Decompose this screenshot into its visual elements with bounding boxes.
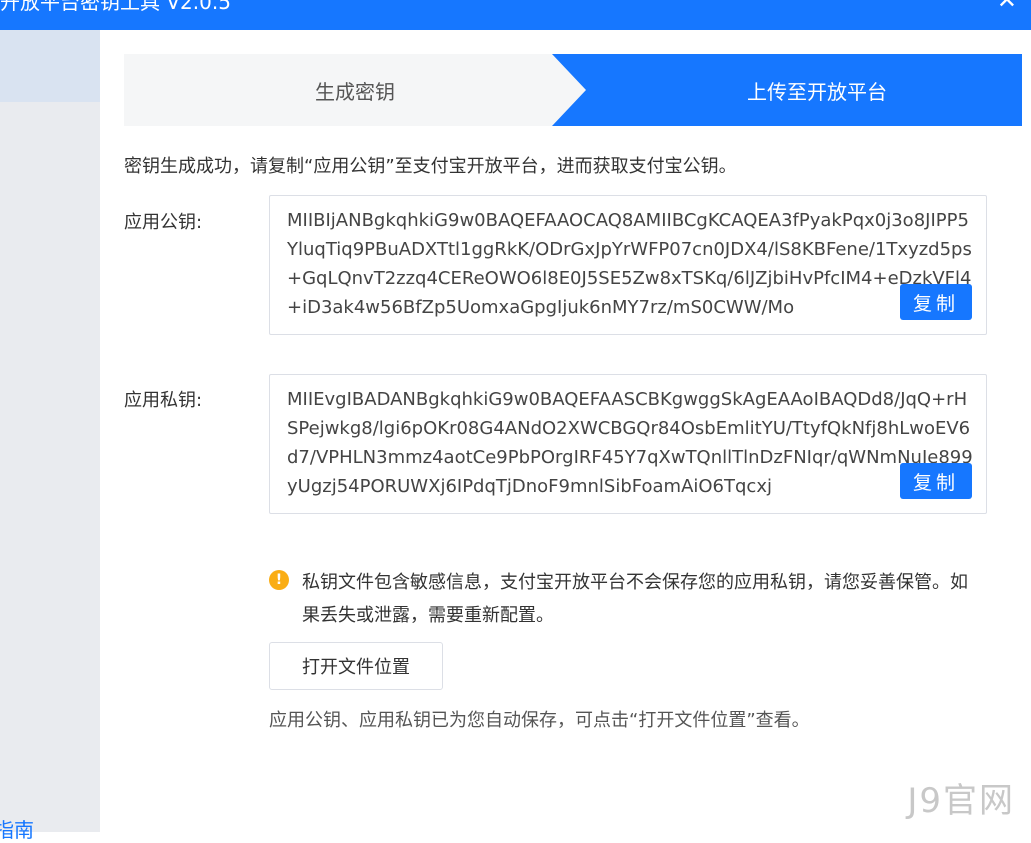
sidebar-guide-link[interactable]: 指南 [0, 814, 34, 843]
public-key-label: 应用公钥: [124, 212, 203, 233]
auto-save-note: 应用公钥、应用私钥已为您自动保存，可点击“打开文件位置”查看。 [269, 710, 810, 731]
public-key-value: MIIBIjANBgkqhkiG9w0BAQEFAAOCAQ8AMIIBCgKC… [287, 210, 972, 318]
window-title: 宝开放平台密钥工具 V2.0.5 [0, 0, 231, 14]
watermark-text: J9官网 [907, 781, 1015, 821]
private-key-value: MIIEvgIBADANBgkqhkiG9w0BAQEFAASCBKgwggSk… [287, 389, 973, 497]
warning-icon: ! [269, 570, 289, 590]
step-label: 生成密钥 [315, 79, 395, 104]
intro-text: 密钥生成成功，请复制“应用公钥”至支付宝开放平台，进而获取支付宝公钥。 [124, 156, 737, 177]
title-bar: 宝开放平台密钥工具 V2.0.5 ✕ [0, 0, 1031, 30]
sidebar-item-active[interactable] [0, 30, 100, 102]
step-generate-key: 生成密钥 [124, 54, 586, 126]
main-panel: 生成密钥 上传至开放平台 密钥生成成功，请复制“应用公钥”至支付宝开放平台，进而… [100, 30, 1031, 832]
private-key-textarea[interactable]: MIIEvgIBADANBgkqhkiG9w0BAQEFAASCBKgwggSk… [269, 374, 987, 514]
private-key-label: 应用私钥: [124, 390, 203, 411]
public-key-textarea[interactable]: MIIBIjANBgkqhkiG9w0BAQEFAAOCAQ8AMIIBCgKC… [269, 195, 987, 335]
copy-private-key-button[interactable]: 复制 [900, 463, 972, 499]
open-file-location-button[interactable]: 打开文件位置 [269, 642, 443, 690]
warning-text: 私钥文件包含敏感信息，支付宝开放平台不会保存您的应用私钥，请您妥善保管。如果丢失… [302, 572, 968, 626]
step-label: 上传至开放平台 [747, 79, 887, 104]
copy-public-key-button[interactable]: 复制 [900, 284, 972, 320]
steps-bar: 生成密钥 上传至开放平台 [124, 54, 1022, 126]
close-icon[interactable]: ✕ [997, 0, 1017, 14]
step-upload-platform: 上传至开放平台 [552, 54, 1022, 126]
sidebar: 指南 [0, 30, 100, 842]
